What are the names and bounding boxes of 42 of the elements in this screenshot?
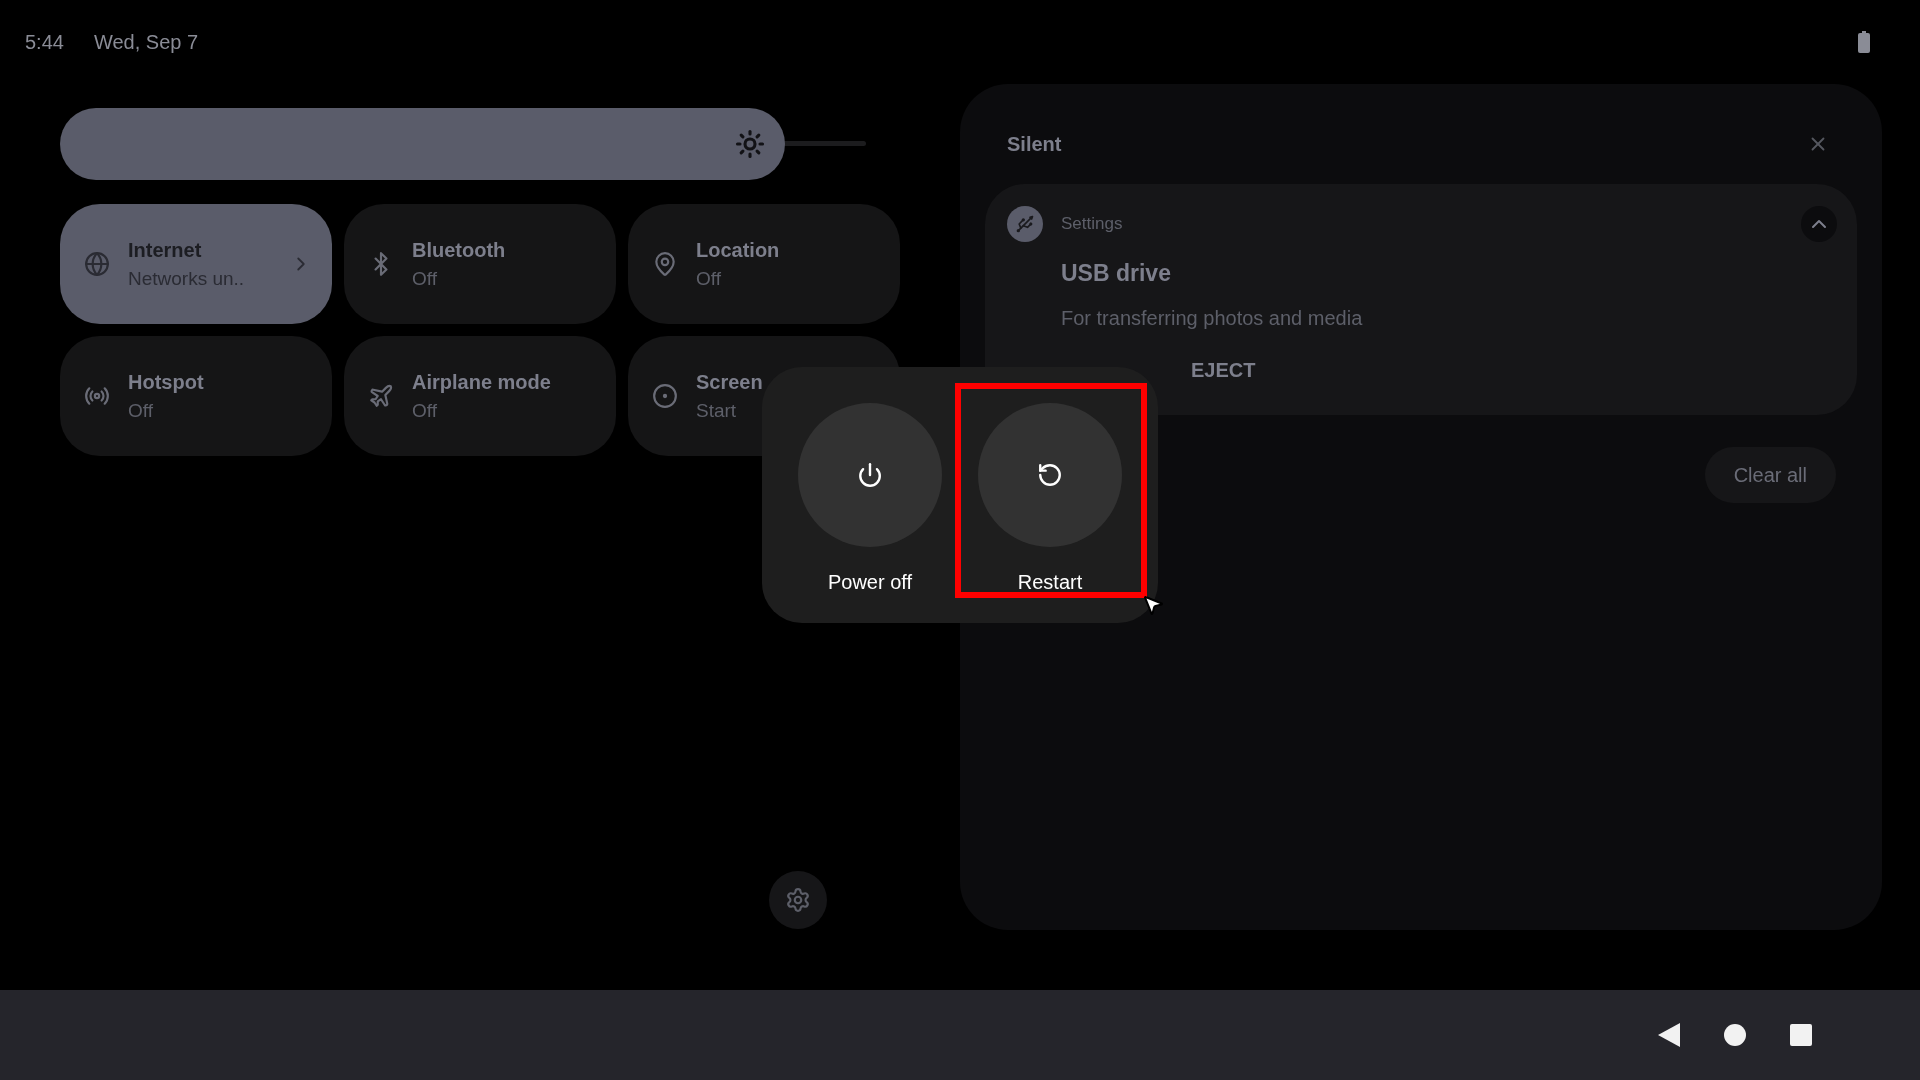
- notification-text: For transferring photos and media: [1061, 305, 1364, 331]
- silent-header: Silent: [1007, 132, 1062, 157]
- quick-settings-tile[interactable]: Internet Networks un..: [60, 204, 332, 324]
- tile-status: Off: [696, 266, 722, 291]
- tile-status: Off: [128, 398, 154, 423]
- quick-settings-tile[interactable]: Bluetooth Off: [344, 204, 616, 324]
- power-icon: [857, 462, 883, 488]
- brightness-icon: [735, 129, 766, 159]
- power-action-label: Power off: [827, 570, 913, 595]
- battery-icon: [1858, 31, 1870, 53]
- notification-action[interactable]: EJECT: [1191, 354, 1256, 385]
- tile-status: Networks un..: [128, 266, 246, 291]
- airplane-icon: [368, 383, 394, 409]
- restart-icon: [1037, 462, 1063, 488]
- power-action-label: Restart: [1017, 570, 1083, 595]
- notification-card[interactable]: Settings USB drive For transferring photos and media EJECT: [985, 184, 1857, 415]
- home-icon[interactable]: [1724, 1024, 1746, 1046]
- tile-status: Off: [412, 266, 438, 291]
- tile-title: Location: [696, 237, 781, 263]
- tile-title: Screen: [696, 369, 764, 395]
- tile-status: Start: [696, 398, 738, 423]
- quick-settings-tile[interactable]: Airplane mode Off: [344, 336, 616, 456]
- collapse-button[interactable]: [1801, 206, 1837, 242]
- clock-time: 5:44: [25, 30, 64, 55]
- mouse-cursor-icon: [1141, 593, 1165, 617]
- date-text: Wed, Sep 7: [93, 30, 199, 55]
- clear-all-button[interactable]: Clear all: [1704, 446, 1836, 503]
- quick-settings-tile[interactable]: Hotspot Off: [60, 336, 332, 456]
- usb-app-icon: [1007, 206, 1043, 242]
- quick-settings-tile[interactable]: Location Off: [628, 204, 900, 324]
- tile-title: Airplane mode: [412, 369, 552, 395]
- tile-title: Internet: [128, 237, 203, 263]
- location-pin-icon: [652, 251, 678, 277]
- tile-title: Hotspot: [128, 369, 205, 395]
- globe-icon: [84, 251, 110, 277]
- record-icon: [652, 383, 678, 409]
- tile-status: Off: [412, 398, 438, 423]
- back-icon[interactable]: [1658, 1023, 1680, 1047]
- notification-title: USB drive: [1061, 259, 1172, 288]
- tile-title: Bluetooth: [412, 237, 507, 263]
- app-name: Settings: [1061, 213, 1123, 236]
- settings-icon: [785, 887, 811, 913]
